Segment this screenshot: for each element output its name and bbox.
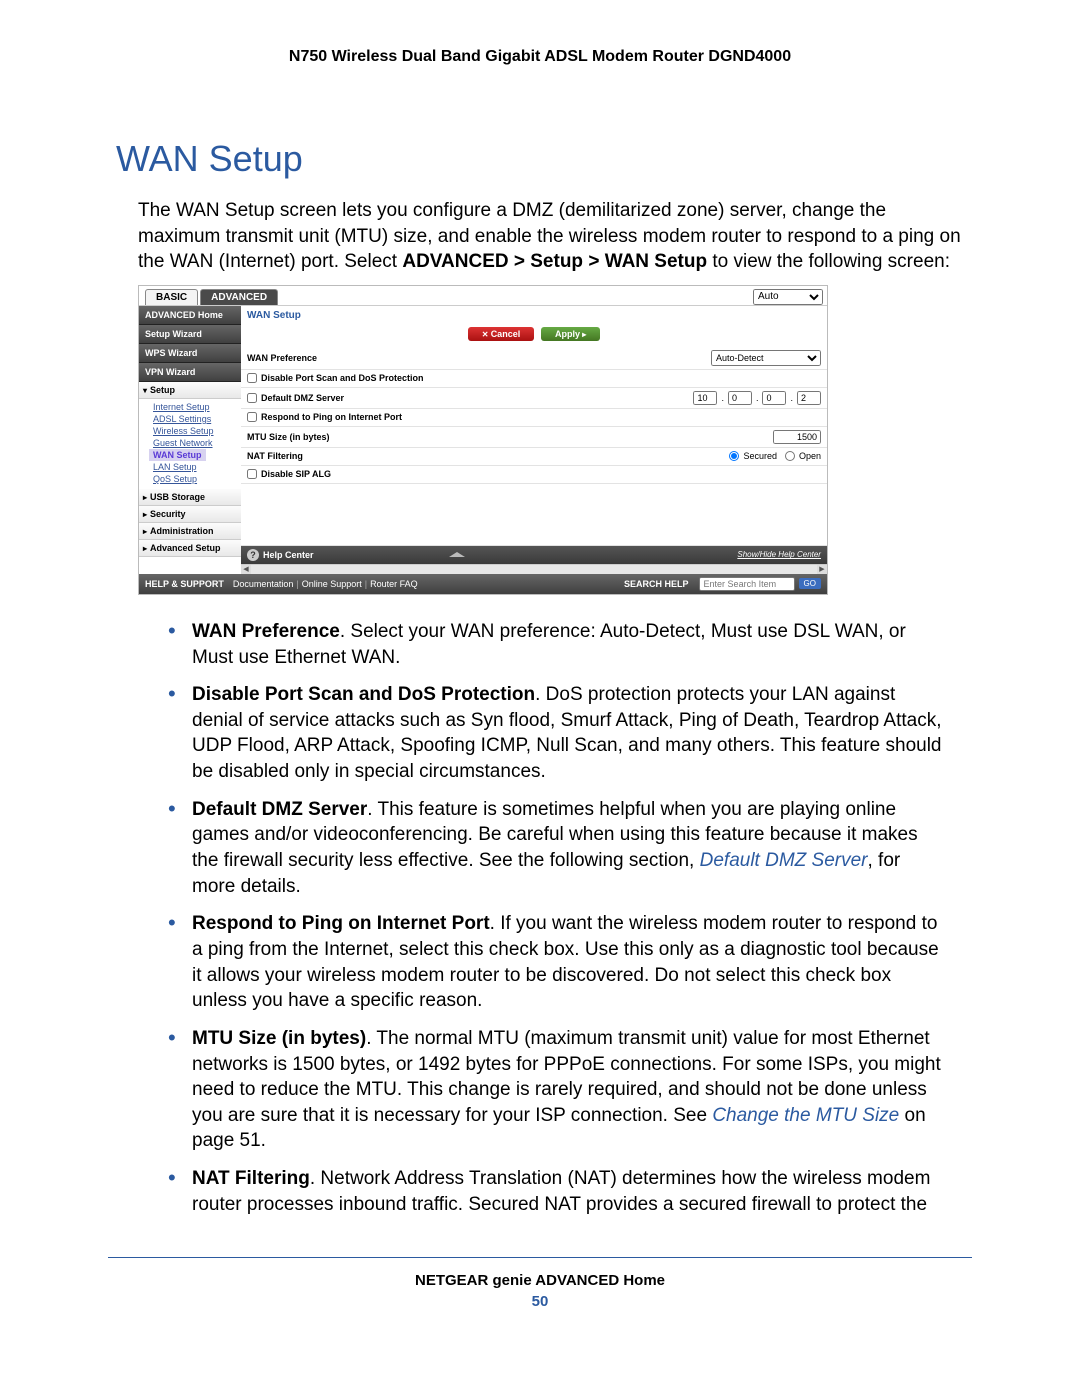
ping-checkbox[interactable] bbox=[247, 412, 257, 422]
nav-advanced-home[interactable]: ADVANCED Home bbox=[139, 306, 241, 325]
sip-checkbox[interactable] bbox=[247, 469, 257, 479]
nav-usb-storage[interactable]: USB Storage bbox=[139, 489, 241, 506]
search-label: SEARCH HELP bbox=[624, 579, 689, 589]
nav-security[interactable]: Security bbox=[139, 506, 241, 523]
label-dos: Disable Port Scan and DoS Protection bbox=[261, 373, 424, 383]
intro-post: to view the following screen: bbox=[707, 251, 950, 272]
label-mtu: MTU Size (in bytes) bbox=[247, 432, 330, 442]
bullet-mtu: MTU Size (in bytes). The normal MTU (max… bbox=[168, 1026, 942, 1154]
bullet-list: WAN Preference. Select your WAN preferen… bbox=[168, 619, 942, 1217]
footer-rule bbox=[108, 1257, 972, 1258]
search-input[interactable] bbox=[699, 577, 795, 591]
page-footer: NETGEAR genie ADVANCED Home 50 bbox=[108, 1257, 972, 1310]
link-documentation[interactable]: Documentation bbox=[233, 579, 294, 589]
subnav-lan-setup[interactable]: LAN Setup bbox=[153, 461, 241, 473]
dmz-ip-1[interactable] bbox=[693, 391, 717, 405]
nat-open-label: Open bbox=[799, 451, 821, 461]
subnav-adsl-settings[interactable]: ADSL Settings bbox=[153, 413, 241, 425]
horizontal-scrollbar[interactable]: ◀ ▶ bbox=[241, 564, 827, 574]
wan-preference-select[interactable]: Auto-Detect bbox=[711, 350, 821, 366]
scroll-right-icon[interactable]: ▶ bbox=[817, 565, 827, 574]
label-ping: Respond to Ping on Internet Port bbox=[261, 412, 402, 422]
dmz-ip-3[interactable] bbox=[762, 391, 786, 405]
dmz-ip-4[interactable] bbox=[797, 391, 821, 405]
link-change-mtu[interactable]: Change the MTU Size bbox=[712, 1105, 899, 1126]
tab-basic[interactable]: BASIC bbox=[145, 289, 198, 305]
nat-open-radio[interactable] bbox=[785, 451, 795, 461]
label-dmz: Default DMZ Server bbox=[261, 393, 344, 403]
intro-paragraph: The WAN Setup screen lets you configure … bbox=[138, 198, 972, 275]
dos-checkbox[interactable] bbox=[247, 373, 257, 383]
footer-title: NETGEAR genie ADVANCED Home bbox=[108, 1272, 972, 1289]
nav-advanced-setup[interactable]: Advanced Setup bbox=[139, 540, 241, 557]
nav-setup-wizard[interactable]: Setup Wizard bbox=[139, 325, 241, 344]
subnav-internet-setup[interactable]: Internet Setup bbox=[153, 401, 241, 413]
section-title: WAN Setup bbox=[116, 138, 972, 180]
mtu-input[interactable] bbox=[773, 430, 821, 444]
bullet-ping: Respond to Ping on Internet Port. If you… bbox=[168, 911, 942, 1014]
label-sip: Disable SIP ALG bbox=[261, 469, 331, 479]
help-center-label: Help Center bbox=[263, 550, 314, 560]
subnav-qos-setup[interactable]: QoS Setup bbox=[153, 473, 241, 485]
tab-row: BASIC ADVANCED Auto bbox=[139, 286, 827, 306]
subnav-wan-setup[interactable]: WAN Setup bbox=[149, 449, 206, 461]
help-icon: ? bbox=[247, 549, 259, 561]
subnav-wireless-setup[interactable]: Wireless Setup bbox=[153, 425, 241, 437]
router-screenshot: BASIC ADVANCED Auto ADVANCED Home Setup … bbox=[138, 285, 828, 595]
subnav-guest-network[interactable]: Guest Network bbox=[153, 437, 241, 449]
link-dmz-server[interactable]: Default DMZ Server bbox=[700, 850, 868, 871]
nav-wps-wizard[interactable]: WPS Wizard bbox=[139, 344, 241, 363]
link-online-support[interactable]: Online Support bbox=[302, 579, 362, 589]
nat-secured-label: Secured bbox=[743, 451, 777, 461]
nav-administration[interactable]: Administration bbox=[139, 523, 241, 540]
cancel-button[interactable]: Cancel bbox=[468, 327, 534, 341]
nav-setup[interactable]: Setup bbox=[139, 382, 241, 399]
label-nat: NAT Filtering bbox=[247, 451, 303, 461]
nat-secured-radio[interactable] bbox=[729, 451, 739, 461]
bullet-wan-pref: WAN Preference. Select your WAN preferen… bbox=[168, 619, 942, 670]
bullet-dmz: Default DMZ Server. This feature is some… bbox=[168, 797, 942, 900]
tab-advanced[interactable]: ADVANCED bbox=[200, 289, 278, 305]
sidebar: ADVANCED Home Setup Wizard WPS Wizard VP… bbox=[139, 306, 241, 574]
blank-area bbox=[241, 484, 827, 546]
nav-vpn-wizard[interactable]: VPN Wizard bbox=[139, 363, 241, 382]
label-wan-preference: WAN Preference bbox=[247, 353, 317, 363]
language-select[interactable]: Auto bbox=[753, 289, 823, 305]
dmz-checkbox[interactable] bbox=[247, 393, 257, 403]
bullet-dos: Disable Port Scan and DoS Protection. Do… bbox=[168, 682, 942, 785]
scroll-left-icon[interactable]: ◀ bbox=[241, 565, 251, 574]
page-header: N750 Wireless Dual Band Gigabit ADSL Mod… bbox=[108, 48, 972, 66]
dmz-ip-2[interactable] bbox=[728, 391, 752, 405]
intro-bold: ADVANCED > Setup > WAN Setup bbox=[402, 251, 707, 272]
page-number: 50 bbox=[108, 1293, 972, 1310]
support-label: HELP & SUPPORT bbox=[145, 579, 224, 589]
link-router-faq[interactable]: Router FAQ bbox=[370, 579, 418, 589]
expand-icon[interactable] bbox=[449, 552, 465, 557]
apply-button[interactable]: Apply bbox=[541, 327, 600, 341]
go-button[interactable]: GO bbox=[799, 578, 821, 589]
pane-title: WAN Setup bbox=[241, 306, 827, 325]
showhide-link[interactable]: Show/Hide Help Center bbox=[737, 550, 821, 559]
bullet-nat: NAT Filtering. Network Address Translati… bbox=[168, 1166, 942, 1217]
